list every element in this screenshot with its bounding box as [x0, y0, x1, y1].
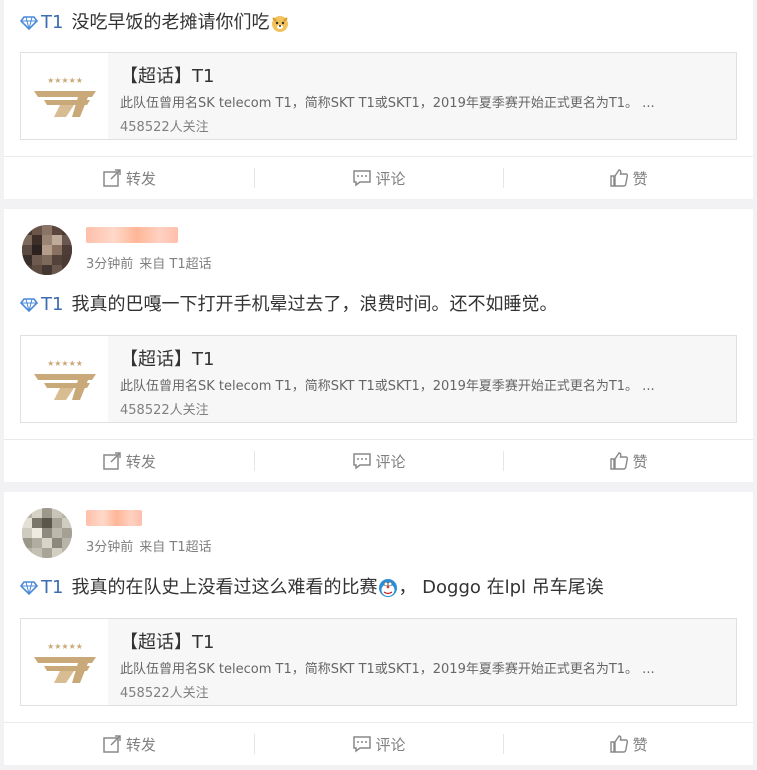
post-actions: 转发 评论 赞 — [4, 156, 753, 199]
avatar[interactable] — [22, 225, 72, 275]
avatar[interactable] — [22, 508, 72, 558]
supertopic-title: 【超话】T1 — [120, 66, 215, 87]
diamond-icon — [20, 581, 38, 595]
topic-tag[interactable]: T1 — [20, 291, 63, 319]
post-card: T1 没吃早饭的老摊请你们吃 ★★★★★ 【超话】T1 此队伍曾用名SK tel… — [4, 0, 753, 199]
like-button[interactable]: 赞 — [503, 723, 753, 765]
comment-button[interactable]: 评论 — [253, 157, 504, 199]
comment-icon — [352, 170, 371, 187]
post-body: 我真的巴嘎一下打开手机晕过去了，浪费时间。还不如睡觉。 — [71, 294, 558, 315]
thumbs-up-icon — [609, 452, 628, 470]
repost-button[interactable]: 转发 — [4, 440, 254, 482]
post-card: 3分钟前 来自 T1超话 T1 我真的在队史上没看过这么难看的比赛 ， Doggo… — [4, 492, 753, 765]
diamond-icon — [20, 16, 38, 30]
supertopic-card[interactable]: ★★★★★ 【超话】T1 此队伍曾用名SK telecom T1，简称SKT T… — [20, 335, 737, 423]
supertopic-followers: 458522人关注 — [120, 120, 209, 135]
supertopic-description: 此队伍曾用名SK telecom T1，简称SKT T1或SKT1，2019年夏… — [120, 96, 655, 111]
post-body: 没吃早饭的老摊请你们吃 — [71, 12, 270, 33]
doraemon-emoji — [379, 579, 398, 597]
diamond-icon — [20, 298, 38, 312]
weibo-feed: T1 没吃早饭的老摊请你们吃 ★★★★★ 【超话】T1 此队伍曾用名SK tel… — [0, 0, 757, 765]
supertopic-description: 此队伍曾用名SK telecom T1，简称SKT T1或SKT1，2019年夏… — [120, 379, 655, 394]
post-time: 3分钟前 — [86, 540, 134, 555]
thumbs-up-icon — [609, 169, 628, 187]
post-source[interactable]: 来自 T1超话 — [139, 257, 211, 272]
repost-icon — [103, 735, 121, 753]
comment-button[interactable]: 评论 — [253, 440, 504, 482]
supertopic-followers: 458522人关注 — [120, 686, 209, 701]
doge-face-emoji — [272, 16, 289, 32]
supertopic-title: 【超话】T1 — [120, 632, 215, 653]
post-time: 3分钟前 — [86, 257, 134, 272]
t1-logo: ★★★★★ — [21, 619, 108, 705]
logo-stars: ★★★★★ — [47, 642, 83, 651]
supertopic-followers: 458522人关注 — [120, 403, 209, 418]
t1-logo: ★★★★★ — [21, 53, 108, 139]
repost-button[interactable]: 转发 — [4, 723, 254, 765]
post-body: 我真的在队史上没看过这么难看的比赛 — [71, 577, 378, 598]
post-text: T1 我真的巴嘎一下打开手机晕过去了，浪费时间。还不如睡觉。 — [4, 291, 753, 319]
comment-icon — [352, 736, 371, 753]
comment-button[interactable]: 评论 — [253, 723, 504, 765]
topic-label: T1 — [41, 577, 64, 598]
post-meta: 3分钟前 来自 T1超话 — [86, 536, 212, 555]
topic-tag[interactable]: T1 — [20, 574, 63, 602]
supertopic-title: 【超话】T1 — [120, 349, 215, 370]
repost-icon — [103, 452, 121, 470]
comment-icon — [352, 453, 371, 470]
thumbs-up-icon — [609, 735, 628, 753]
supertopic-description: 此队伍曾用名SK telecom T1，简称SKT T1或SKT1，2019年夏… — [120, 662, 655, 677]
topic-label: T1 — [41, 12, 64, 33]
supertopic-card[interactable]: ★★★★★ 【超话】T1 此队伍曾用名SK telecom T1，简称SKT T… — [20, 618, 737, 706]
topic-tag[interactable]: T1 — [20, 9, 63, 37]
username-blurred[interactable] — [86, 510, 142, 526]
post-text: T1 我真的在队史上没看过这么难看的比赛 ， Doggo 在lpl 吊车尾诶 — [4, 574, 753, 602]
post-source[interactable]: 来自 T1超话 — [139, 540, 211, 555]
post-text: T1 没吃早饭的老摊请你们吃 — [4, 10, 753, 36]
repost-icon — [103, 169, 121, 187]
like-button[interactable]: 赞 — [503, 157, 753, 199]
logo-stars: ★★★★★ — [47, 359, 83, 368]
post-author: 3分钟前 来自 T1超话 — [4, 492, 753, 560]
like-button[interactable]: 赞 — [503, 440, 753, 482]
post-actions: 转发 评论 赞 — [4, 439, 753, 482]
username-blurred[interactable] — [86, 227, 178, 243]
t1-logo: ★★★★★ — [21, 336, 108, 422]
post-body-continued: ， Doggo 在lpl 吊车尾诶 — [398, 577, 604, 598]
repost-button[interactable]: 转发 — [4, 157, 254, 199]
supertopic-card[interactable]: ★★★★★ 【超话】T1 此队伍曾用名SK telecom T1，简称SKT T… — [20, 52, 737, 140]
post-author: 3分钟前 来自 T1超话 — [4, 209, 753, 277]
topic-label: T1 — [41, 294, 64, 315]
logo-stars: ★★★★★ — [47, 76, 83, 85]
post-meta: 3分钟前 来自 T1超话 — [86, 253, 212, 272]
post-card: 3分钟前 来自 T1超话 T1 我真的巴嘎一下打开手机晕过去了，浪费时间。还不如睡… — [4, 209, 753, 482]
post-actions: 转发 评论 赞 — [4, 722, 753, 765]
